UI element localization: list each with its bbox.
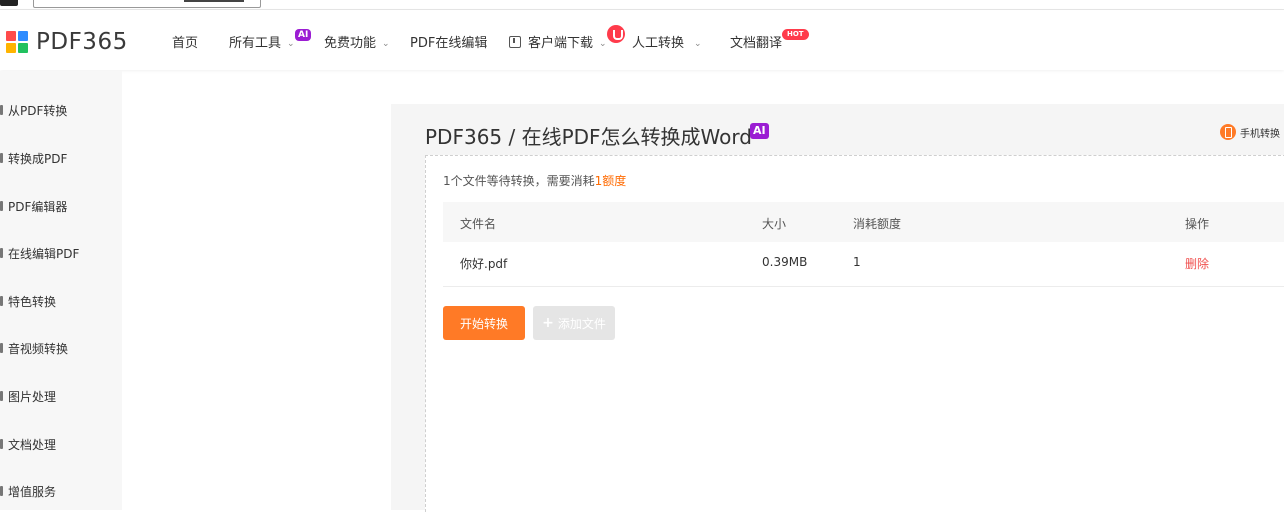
ai-badge: AI	[295, 29, 312, 41]
nav-client-download-label: 客户端下载	[528, 36, 594, 51]
file-drop-zone[interactable]: 1个文件等待转换，需要消耗1额度 文件名 大小 消耗额度 操作 你好.pdf 0…	[425, 155, 1284, 512]
sidebar-item-online-edit-pdf[interactable]: 在线编辑PDF	[0, 243, 122, 263]
sidebar-item-label: 音视频转换	[8, 342, 69, 356]
nav-all-tools[interactable]: 所有工具 ⌄	[229, 32, 295, 51]
sidebar-item-label: PDF编辑器	[8, 200, 68, 214]
chevron-down-icon: ⌄	[694, 39, 702, 49]
hot-badge: HOT	[782, 29, 809, 40]
sidebar-icon	[0, 296, 3, 306]
chevron-down-icon: ⌄	[382, 39, 390, 49]
sidebar-item-to-pdf[interactable]: 转换成PDF	[0, 148, 122, 168]
sidebar-item-label: 特色转换	[8, 295, 57, 309]
file-table-header: 文件名 大小 消耗额度 操作	[443, 202, 1284, 242]
sidebar-icon	[0, 153, 3, 163]
nav-home[interactable]: 首页	[172, 32, 198, 51]
nav-online-edit[interactable]: PDF在线编辑	[410, 32, 487, 51]
sidebar-item-label: 图片处理	[8, 390, 57, 404]
sidebar-item-label: 文档处理	[8, 438, 57, 452]
phone-icon	[1220, 124, 1236, 140]
page-title: PDF365 / 在线PDF怎么转换成Word	[425, 125, 752, 149]
sidebar-item-pdf-editor[interactable]: PDF编辑器	[0, 196, 122, 216]
download-icon	[509, 36, 521, 48]
nav-manual-convert[interactable]: 人工转换 ⌄	[632, 32, 702, 51]
nav-manual-convert-label: 人工转换	[632, 36, 685, 51]
logo-mark-icon	[6, 31, 28, 53]
summary-credit: 1额度	[594, 174, 627, 188]
file-name: 你好.pdf	[460, 257, 508, 271]
header-file-name: 文件名	[460, 217, 497, 231]
logo[interactable]: PDF365	[6, 29, 128, 55]
sidebar-item-value-added[interactable]: 增值服务	[0, 481, 122, 501]
header-operation: 操作	[1185, 217, 1210, 231]
sidebar-icon	[0, 486, 3, 496]
add-file-label: 添加文件	[557, 316, 606, 331]
clipped-input[interactable]	[33, 0, 261, 8]
header-credit: 消耗额度	[853, 217, 902, 231]
sidebar-item-label: 增值服务	[8, 485, 57, 499]
nav-doc-translate-label: 文档翻译	[730, 36, 783, 51]
sidebar-item-av-convert[interactable]: 音视频转换	[0, 338, 122, 358]
nav-home-label: 首页	[172, 36, 199, 51]
chevron-down-icon: ⌄	[287, 39, 295, 49]
sidebar-icon	[0, 391, 3, 401]
nav-free-features[interactable]: 免费功能 ⌄	[324, 32, 390, 51]
add-file-button[interactable]: + 添加文件	[533, 306, 615, 340]
main-panel: PDF365 / 在线PDF怎么转换成Word AI 手机转换 1个文件等待转换…	[391, 104, 1284, 512]
fire-icon	[607, 25, 625, 43]
sidebar-item-from-pdf[interactable]: 从PDF转换	[0, 100, 122, 120]
file-size: 0.39MB	[762, 255, 808, 269]
start-convert-button[interactable]: 开始转换	[443, 306, 525, 340]
logo-text: PDF365	[36, 29, 128, 55]
sidebar-icon	[0, 248, 3, 258]
sidebar-item-label: 转换成PDF	[8, 152, 68, 166]
phone-convert-link[interactable]: 手机转换	[1220, 124, 1280, 140]
sidebar-icon	[0, 439, 3, 449]
top-strip	[0, 0, 1284, 10]
conversion-summary: 1个文件等待转换，需要消耗1额度	[443, 172, 626, 189]
delete-link[interactable]: 删除	[1185, 255, 1209, 272]
chevron-down-icon: ⌄	[599, 39, 607, 49]
nav-online-edit-label: PDF在线编辑	[410, 36, 488, 51]
nav-doc-translate[interactable]: 文档翻译	[730, 32, 782, 51]
sidebar-item-doc-process[interactable]: 文档处理	[0, 434, 122, 454]
sidebar-icon	[0, 343, 3, 353]
phone-convert-label: 手机转换	[1240, 128, 1280, 140]
summary-text: 1个文件等待转换，需要消耗	[443, 174, 595, 188]
ai-badge: AI	[750, 123, 769, 139]
header-size: 大小	[762, 217, 787, 231]
nav-free-features-label: 免费功能	[324, 36, 377, 51]
table-row: 你好.pdf 0.39MB 1 删除	[443, 242, 1284, 287]
sidebar-icon	[0, 105, 3, 115]
nav-all-tools-label: 所有工具	[229, 36, 282, 51]
site-header: PDF365 首页 所有工具 ⌄ AI 免费功能 ⌄ PDF在线编辑 客户端下载 ⌄ …	[0, 10, 1284, 70]
plus-icon: +	[542, 315, 554, 331]
nav-client-download[interactable]: 客户端下载 ⌄	[509, 32, 607, 51]
sidebar: 从PDF转换 转换成PDF PDF编辑器 在线编辑PDF 特色转换 音视频转换 …	[0, 71, 122, 510]
sidebar-item-label: 从PDF转换	[8, 104, 68, 118]
sidebar-item-image-process[interactable]: 图片处理	[0, 386, 122, 406]
clipped-fragment	[0, 0, 18, 6]
sidebar-icon	[0, 201, 3, 211]
sidebar-item-special-convert[interactable]: 特色转换	[0, 291, 122, 311]
sidebar-item-label: 在线编辑PDF	[8, 247, 80, 261]
file-credit: 1	[853, 255, 861, 269]
